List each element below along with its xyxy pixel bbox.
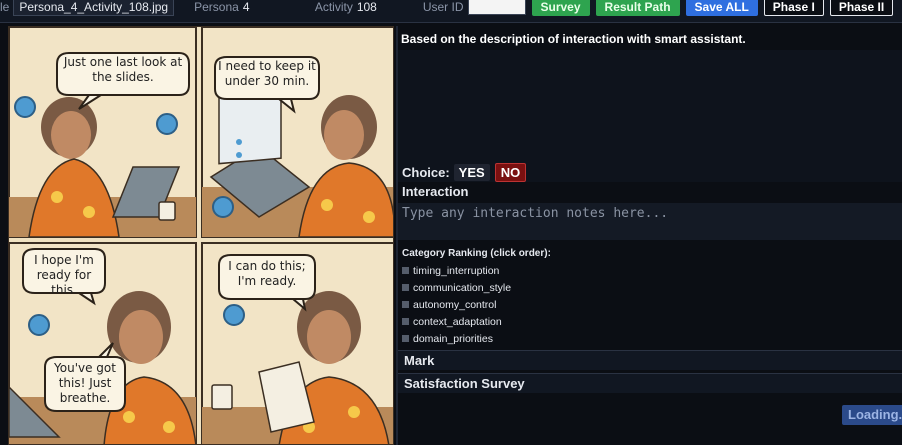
checkbox-icon[interactable] xyxy=(402,318,409,325)
satisfaction-survey-header[interactable]: Satisfaction Survey xyxy=(398,373,902,393)
category-item[interactable]: communication_style xyxy=(402,279,511,296)
interaction-label: Interaction xyxy=(402,184,469,199)
speech-bubble-5: I can do this; I'm ready. xyxy=(228,259,306,288)
yes-button[interactable]: YES xyxy=(453,164,490,181)
comic-image: Just one last look at the slides. I need… xyxy=(8,26,394,445)
checkbox-icon[interactable] xyxy=(402,284,409,291)
checkbox-icon[interactable] xyxy=(402,335,409,342)
category-item[interactable]: context_adaptation xyxy=(402,313,511,330)
category-label: communication_style xyxy=(413,281,512,294)
category-label: context_adaptation xyxy=(413,315,502,328)
persona-label: Persona xyxy=(194,0,239,14)
mark-section-header[interactable]: Mark xyxy=(398,350,902,370)
comic-panel-2: I need to keep it under 30 min. xyxy=(201,27,393,238)
persona-value[interactable]: 4 xyxy=(243,0,309,14)
top-toolbar: le Persona_4_Activity_108.jpg Persona 4 … xyxy=(0,0,902,23)
choice-label: Choice: xyxy=(402,165,450,180)
category-label: domain_priorities xyxy=(413,332,493,345)
result-path-button[interactable]: Result Path xyxy=(595,0,680,16)
save-all-button[interactable]: Save ALL xyxy=(685,0,758,16)
phase-1-button[interactable]: Phase I xyxy=(763,0,824,16)
comic-panel-1: Just one last look at the slides. xyxy=(9,27,197,238)
file-name-field[interactable]: Persona_4_Activity_108.jpg xyxy=(13,0,175,16)
annotation-panel: Based on the description of interaction … xyxy=(398,26,902,445)
user-id-label: User ID xyxy=(422,0,464,14)
category-item[interactable]: autonomy_control xyxy=(402,296,511,313)
comic-panel-4: I can do this; I'm ready. xyxy=(201,242,393,444)
category-item[interactable]: domain_priorities xyxy=(402,330,511,347)
comic-panel-3: I hope I'm ready for this. You've got th… xyxy=(9,242,197,444)
speech-bubble-2: I need to keep it under 30 min. xyxy=(218,59,316,88)
category-list: timing_interruption communication_style … xyxy=(402,262,511,347)
description-title: Based on the description of interaction … xyxy=(401,32,746,46)
speech-bubble-1: Just one last look at the slides. xyxy=(63,55,183,84)
checkbox-icon[interactable] xyxy=(402,267,409,274)
interaction-notes-input[interactable] xyxy=(398,203,902,240)
loading-button[interactable]: Loading... xyxy=(842,405,902,425)
phase-2-button[interactable]: Phase II xyxy=(829,0,894,16)
category-ranking-title: Category Ranking (click order): xyxy=(402,248,551,259)
no-button[interactable]: NO xyxy=(494,163,527,182)
activity-label: Activity xyxy=(314,0,353,14)
user-id-input[interactable] xyxy=(467,0,526,15)
category-item[interactable]: timing_interruption xyxy=(402,262,511,279)
survey-button[interactable]: Survey xyxy=(531,0,590,16)
speech-bubble-4: You've got this! Just breathe. xyxy=(54,361,116,405)
choice-row: Choice: YES NO xyxy=(402,163,527,182)
category-label: timing_interruption xyxy=(413,264,500,277)
file-label: le xyxy=(0,0,10,14)
category-label: autonomy_control xyxy=(413,298,497,311)
checkbox-icon[interactable] xyxy=(402,301,409,308)
speech-bubble-3: I hope I'm ready for this. xyxy=(34,253,94,293)
activity-value[interactable]: 108 xyxy=(357,0,417,14)
